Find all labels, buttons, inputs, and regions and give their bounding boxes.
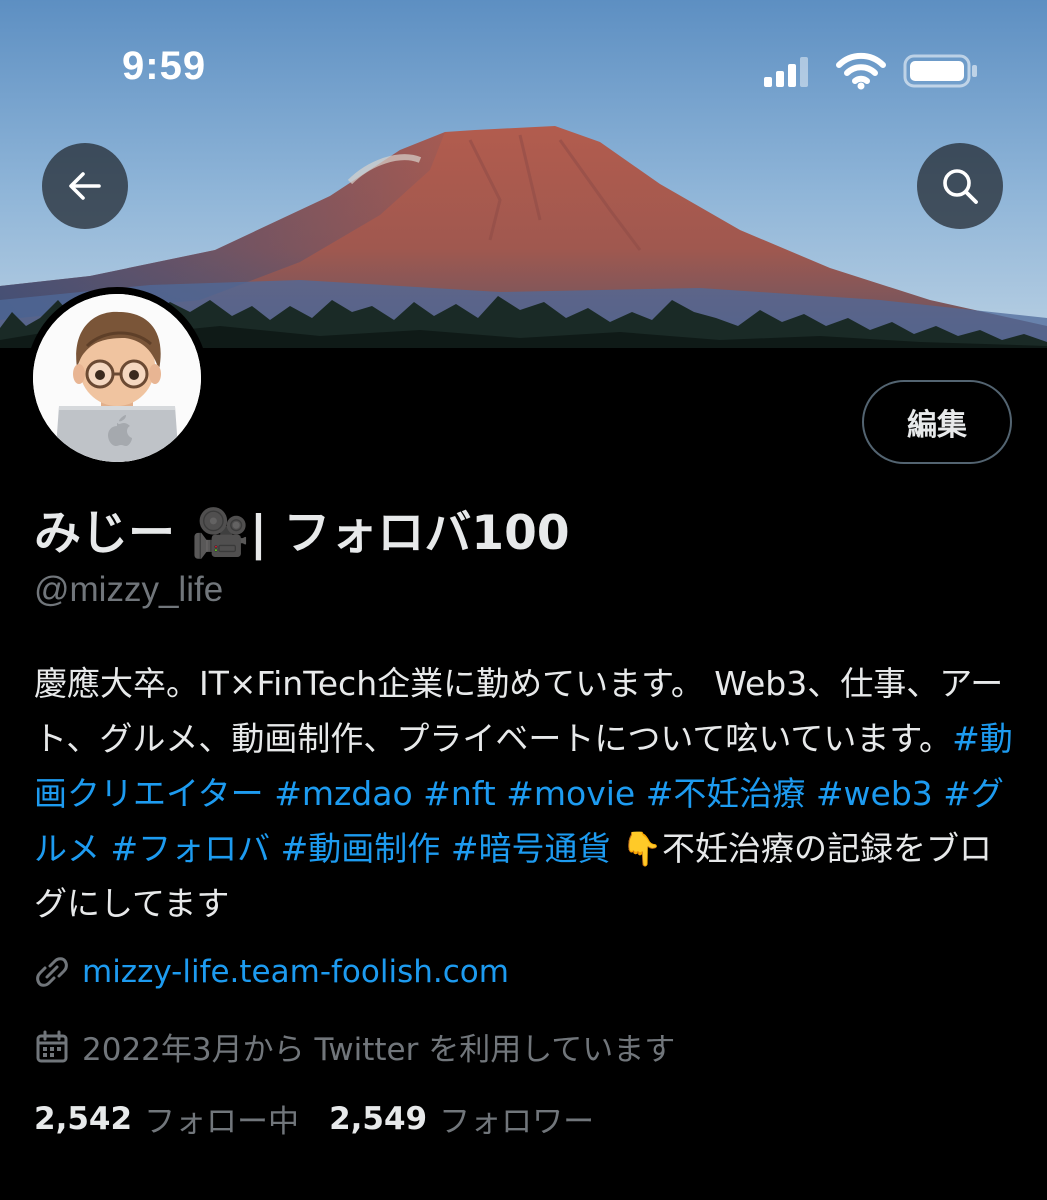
- hashtag-link[interactable]: #web3: [816, 774, 933, 813]
- hashtag-link[interactable]: #nft: [423, 774, 496, 813]
- hashtag-link[interactable]: #動画制作: [281, 829, 441, 868]
- website-link[interactable]: mizzy-life.team-foolish.com: [82, 954, 509, 990]
- bio-text: [264, 774, 275, 813]
- battery-icon: [903, 54, 977, 88]
- status-bar: 9:59: [0, 0, 1047, 130]
- bio-text: [933, 774, 944, 813]
- search-icon: [943, 169, 978, 204]
- bio-text: [100, 829, 111, 868]
- hashtag-link[interactable]: #mzdao: [274, 774, 412, 813]
- cellular-signal-icon: [764, 57, 808, 87]
- user-handle: @mizzy_life: [34, 570, 224, 609]
- back-button[interactable]: [42, 143, 128, 229]
- follow-stats: 2,542 フォロー中 2,549 フォロワー: [34, 1096, 624, 1141]
- bio-text: 慶應大卒。IT×FinTech企業に勤めています。 Web3、仕事、アート、グル…: [34, 664, 1004, 758]
- followers-label[interactable]: フォロワー: [439, 1096, 594, 1141]
- joined-date: 2022年3月から Twitter を利用しています: [82, 1032, 676, 1068]
- display-name: みじー 🎥| フォロバ100: [34, 506, 570, 561]
- website-row: mizzy-life.team-foolish.com: [34, 954, 509, 990]
- search-button[interactable]: [917, 143, 1003, 229]
- joined-row: 2022年3月から Twitter を利用しています: [34, 1024, 675, 1069]
- status-time: 9:59: [122, 44, 207, 88]
- bio-text: [270, 829, 281, 868]
- hashtag-link[interactable]: #フォロバ: [111, 829, 271, 868]
- hashtag-link[interactable]: #暗号通貨: [451, 829, 611, 868]
- profile-bio: 慶應大卒。IT×FinTech企業に勤めています。 Web3、仕事、アート、グル…: [34, 656, 1019, 931]
- following-count[interactable]: 2,542: [34, 1101, 132, 1137]
- following-label[interactable]: フォロー中: [144, 1096, 299, 1141]
- avatar[interactable]: [26, 287, 208, 469]
- bio-text: [440, 829, 451, 868]
- bio-text: [496, 774, 507, 813]
- bio-text: [805, 774, 816, 813]
- wifi-icon: [836, 52, 886, 90]
- calendar-icon: [34, 1029, 70, 1065]
- avatar-image: [33, 294, 201, 462]
- link-icon: [34, 954, 70, 990]
- hashtag-link[interactable]: #不妊治療: [646, 774, 806, 813]
- arrow-left-icon: [69, 172, 101, 200]
- bio-text: [413, 774, 424, 813]
- hashtag-link[interactable]: #movie: [506, 774, 635, 813]
- bio-text: [635, 774, 646, 813]
- followers-count[interactable]: 2,549: [329, 1101, 427, 1137]
- edit-profile-button[interactable]: 編集: [862, 380, 1012, 464]
